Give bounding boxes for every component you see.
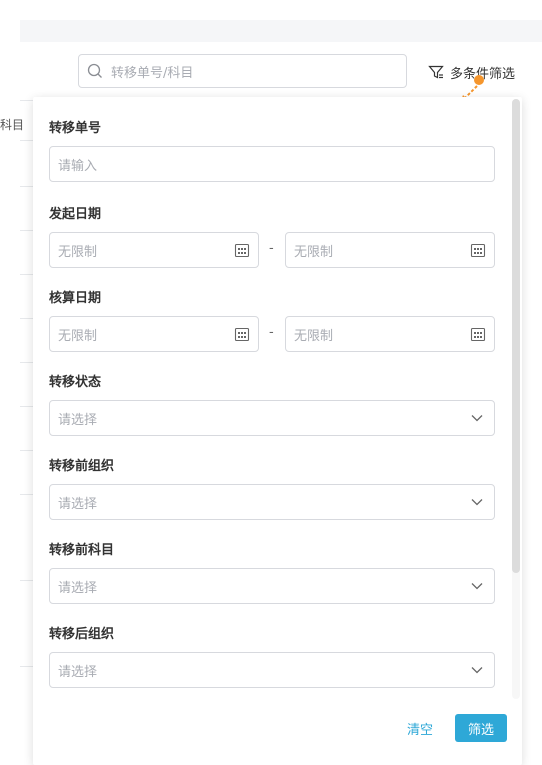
calendar-icon [470,327,486,342]
background-row-divider [20,406,33,407]
label-org-after: 转移后组织 [49,627,115,642]
clear-button[interactable]: 清空 [407,719,433,738]
start-date-from-placeholder: 无限制 [58,244,98,260]
accounting-date-to-placeholder: 无限制 [294,328,334,344]
transfer-status-placeholder: 请选择 [58,412,98,428]
subject-before-placeholder: 请选择 [58,580,98,596]
background-row-divider [20,230,33,231]
background-row-divider [20,274,33,275]
label-start-date: 发起日期 [49,207,102,222]
background-row-divider [20,318,33,319]
subject-before-select[interactable]: 请选择 [49,568,495,604]
calendar-icon [470,243,486,258]
search-placeholder: 转移单号/科目 [111,65,194,81]
start-date-to-placeholder: 无限制 [294,244,334,260]
org-after-placeholder: 请选择 [58,664,98,680]
chevron-down-icon [471,415,483,422]
multi-filter-button[interactable]: 多条件筛选 [428,62,515,82]
chevron-down-icon [471,499,483,506]
start-date-to-input[interactable]: 无限制 [285,232,495,268]
background-row-divider [20,140,33,141]
chevron-down-icon [471,667,483,674]
calendar-icon [234,327,250,342]
background-row-divider [20,494,33,495]
chevron-down-icon [471,583,483,590]
background-row-divider [20,186,33,187]
org-before-select[interactable]: 请选择 [49,484,495,520]
search-icon [87,63,102,78]
accounting-date-to-input[interactable]: 无限制 [285,316,495,352]
transfer-no-input[interactable]: 请输入 [49,146,495,182]
org-after-select[interactable]: 请选择 [49,652,495,688]
background-row-divider [20,362,33,363]
label-subject-before: 转移前科目 [49,543,115,558]
label-org-before: 转移前组织 [49,459,115,474]
background-row-divider [20,100,33,101]
transfer-no-placeholder: 请输入 [58,158,98,174]
label-transfer-no: 转移单号 [49,121,102,136]
start-date-separator: - [269,241,274,256]
filter-icon [428,65,444,79]
background-table-header: 科目 [0,118,25,132]
scrollbar-thumb[interactable] [512,99,520,573]
accounting-date-separator: - [269,325,274,340]
transfer-status-select[interactable]: 请选择 [49,400,495,436]
filter-button[interactable]: 筛选 [455,714,507,742]
background-row-divider [20,580,33,581]
search-input[interactable]: 转移单号/科目 [78,54,407,88]
top-strip [20,20,542,42]
org-before-placeholder: 请选择 [58,496,98,512]
label-transfer-status: 转移状态 [49,375,102,390]
background-row-divider [20,450,33,451]
label-accounting-date: 核算日期 [49,291,102,306]
filter-panel: 转移单号 请输入 发起日期 无限制 - 无限制 核算日期 无限制 - 无限制 转… [33,97,522,765]
start-date-from-input[interactable]: 无限制 [49,232,259,268]
accounting-date-from-placeholder: 无限制 [58,328,98,344]
calendar-icon [234,243,250,258]
filter-panel-scroll-area[interactable]: 转移单号 请输入 发起日期 无限制 - 无限制 核算日期 无限制 - 无限制 转… [33,97,507,697]
background-row-divider [20,666,33,667]
accounting-date-from-input[interactable]: 无限制 [49,316,259,352]
